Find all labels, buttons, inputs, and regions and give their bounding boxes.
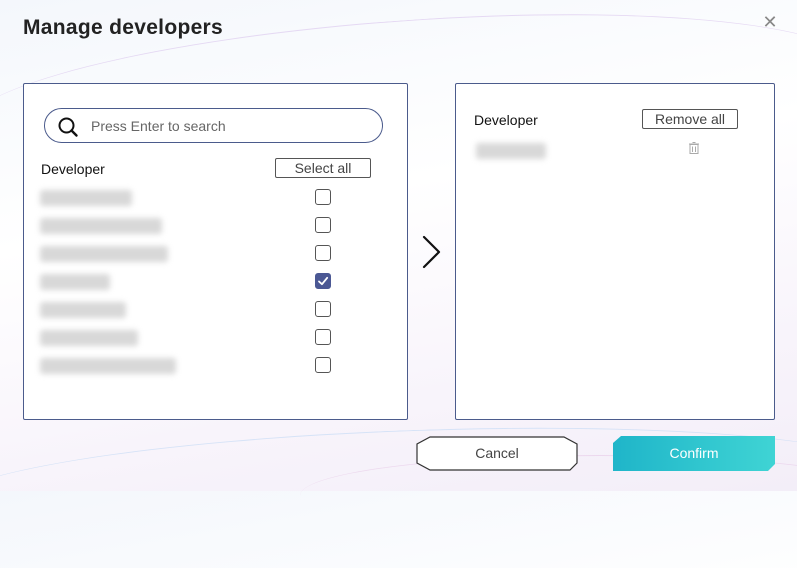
- developer-checkbox[interactable]: [315, 189, 331, 205]
- developer-name-redacted: [40, 358, 176, 374]
- search-input[interactable]: [91, 115, 361, 137]
- developer-name-redacted: [40, 274, 110, 290]
- developer-name-redacted: [40, 302, 126, 318]
- list-item: [40, 327, 380, 349]
- selected-developer-name-redacted: [476, 143, 546, 159]
- selected-developer-column-label: Developer: [474, 112, 538, 128]
- developer-checkbox[interactable]: [315, 357, 331, 373]
- developer-checkbox[interactable]: [315, 217, 331, 233]
- available-developers-panel: Developer Select all: [23, 83, 408, 420]
- developer-checkbox[interactable]: [315, 301, 331, 317]
- developer-checkbox[interactable]: [315, 245, 331, 261]
- dialog-title: Manage developers: [23, 16, 224, 39]
- remove-all-button[interactable]: Remove all: [642, 109, 738, 129]
- developer-checkbox[interactable]: [315, 329, 331, 345]
- developer-name-redacted: [40, 218, 162, 234]
- list-item: [40, 271, 380, 293]
- select-all-button[interactable]: Select all: [275, 158, 371, 178]
- chevron-right-icon[interactable]: [420, 234, 444, 270]
- developer-checkbox-checked[interactable]: [315, 273, 331, 289]
- confirm-button-label: Confirm: [669, 445, 719, 461]
- list-item: [40, 355, 380, 377]
- list-item: [40, 243, 380, 265]
- selected-developers-panel: Developer Remove all: [455, 83, 775, 420]
- developer-name-redacted: [40, 190, 132, 206]
- list-item: [40, 299, 380, 321]
- developer-name-redacted: [40, 330, 138, 346]
- search-box[interactable]: [44, 108, 383, 143]
- list-item: [40, 187, 380, 209]
- check-icon: [318, 276, 329, 286]
- developer-column-label: Developer: [41, 161, 105, 177]
- confirm-button[interactable]: Confirm: [613, 436, 775, 471]
- cancel-button[interactable]: Cancel: [416, 436, 578, 471]
- developer-name-redacted: [40, 246, 168, 262]
- list-item: [40, 215, 380, 237]
- cancel-button-label: Cancel: [475, 445, 519, 461]
- trash-icon[interactable]: [687, 141, 701, 155]
- close-icon[interactable]: ✕: [762, 13, 778, 31]
- search-icon: [58, 117, 78, 137]
